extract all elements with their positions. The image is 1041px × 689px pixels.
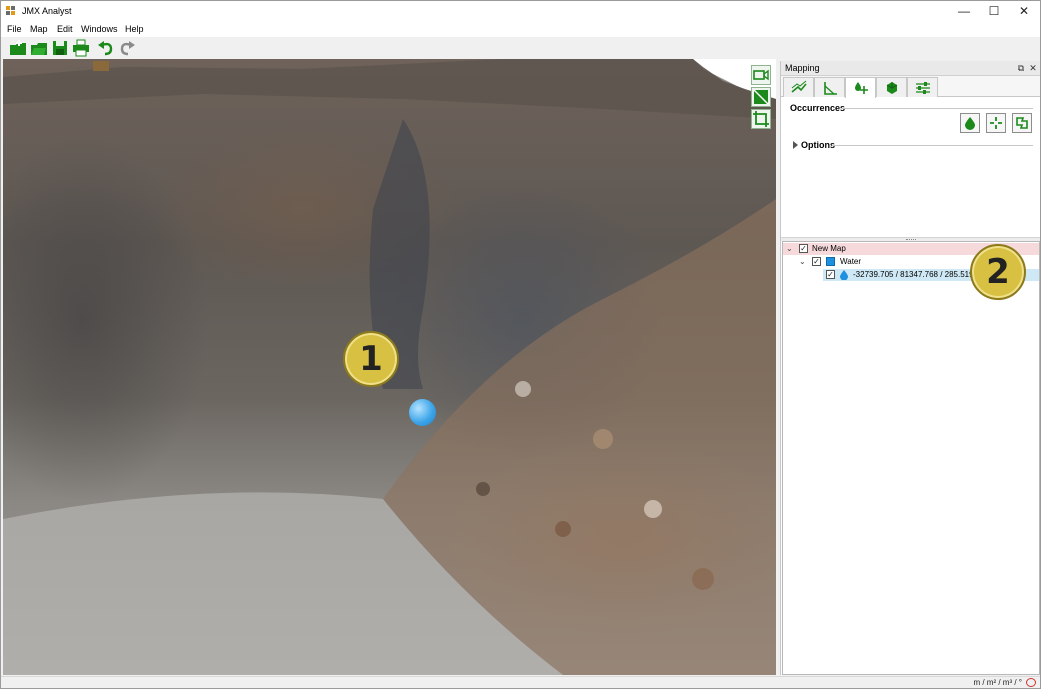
callout-2: 2 [970,244,1026,300]
water-checkbox[interactable]: ✓ [812,257,821,266]
chevron-down-icon[interactable]: ⌄ [786,244,795,253]
water-drop-icon [965,117,975,130]
new-project-icon [10,40,26,55]
video-camera-icon [753,69,769,81]
window-title: JMX Analyst [22,6,72,16]
options-expand-icon[interactable] [793,141,798,149]
undo-button[interactable] [97,39,115,57]
water-color-swatch [826,257,835,266]
undo-icon [98,41,113,56]
open-project-icon [31,43,47,55]
status-bar: m / m² / m³ / ° [1,676,1040,688]
save-button[interactable] [51,39,69,57]
perspective-icon [753,89,769,105]
float-panel-button[interactable]: ⧉ [1015,62,1027,74]
new-map-label: New Map [812,244,846,253]
menu-bar: File Map Edit Windows Help [1,21,1040,37]
perspective-button[interactable] [751,87,771,107]
mapping-panel-header: Mapping ⧉ ✕ [781,61,1040,76]
new-project-button[interactable] [9,39,27,57]
menu-file[interactable]: File [7,24,22,34]
add-water-occurrence-button[interactable] [960,113,980,133]
mapping-panel-title: Mapping [785,63,820,73]
callout-1: 1 [343,331,399,387]
settings-sliders-icon [916,82,930,94]
options-section-label[interactable]: Options [801,140,835,150]
crosshair-icon [990,117,1002,129]
main-toolbar [1,37,1040,59]
app-window: JMX Analyst — ☐ ✕ File Map Edit Windows … [0,0,1041,689]
3d-viewport[interactable]: 1 [3,59,776,675]
water-point-coordinates: -32739.705 / 81347.768 / 285.519 [853,270,974,279]
map-tree: ⌄ ✓ New Map ⌄ ✓ Water ✓ -32739.705 / 813… [782,241,1040,675]
chevron-down-icon[interactable]: ⌄ [799,257,808,266]
units-readout[interactable]: m / m² / m³ / ° [973,678,1022,687]
video-camera-button[interactable] [751,65,771,85]
redo-button[interactable] [118,39,136,57]
menu-help[interactable]: Help [125,24,144,34]
splitter-grip-icon [906,239,916,240]
tab-blocks[interactable] [876,77,907,97]
app-logo-icon [6,6,17,17]
occurrences-divider [841,108,1033,109]
new-map-checkbox[interactable]: ✓ [799,244,808,253]
planes-icon [791,80,807,93]
crop-button[interactable] [751,109,771,129]
tab-planes[interactable] [783,77,814,97]
tab-angle[interactable] [814,77,845,97]
tab-settings[interactable] [907,77,938,97]
title-bar: JMX Analyst — ☐ ✕ [1,1,1040,21]
maximize-button[interactable]: ☐ [979,1,1009,21]
add-area-occurrence-button[interactable] [1012,113,1032,133]
menu-map[interactable]: Map [30,24,48,34]
redo-icon [120,41,135,56]
mapping-panel: Mapping ⧉ ✕ Occurrences Options ⌄ ✓ New … [780,61,1040,675]
save-icon [53,41,67,55]
occurrences-icon [855,82,868,94]
open-project-button[interactable] [30,39,48,57]
occurrences-section-label: Occurrences [790,103,846,113]
blocks-icon [886,82,898,94]
water-drop-icon [840,270,848,280]
compass-icon[interactable] [1026,678,1036,687]
close-button[interactable]: ✕ [1009,1,1039,21]
water-label: Water [840,257,862,266]
add-point-occurrence-button[interactable] [986,113,1006,133]
map-outline-icon [1016,117,1028,129]
options-divider [832,145,1033,146]
close-panel-button[interactable]: ✕ [1027,62,1039,74]
print-button[interactable] [72,39,90,57]
mapping-tabs [781,76,1040,98]
angle-icon [824,82,837,95]
menu-windows[interactable]: Windows [81,24,118,34]
print-icon [73,39,89,57]
crop-icon [753,111,769,127]
minimize-button[interactable]: — [949,1,979,21]
menu-edit[interactable]: Edit [57,24,73,34]
tab-occurrences[interactable] [845,77,876,98]
water-occurrence-marker[interactable] [409,399,436,426]
water-point-checkbox[interactable]: ✓ [826,270,835,279]
